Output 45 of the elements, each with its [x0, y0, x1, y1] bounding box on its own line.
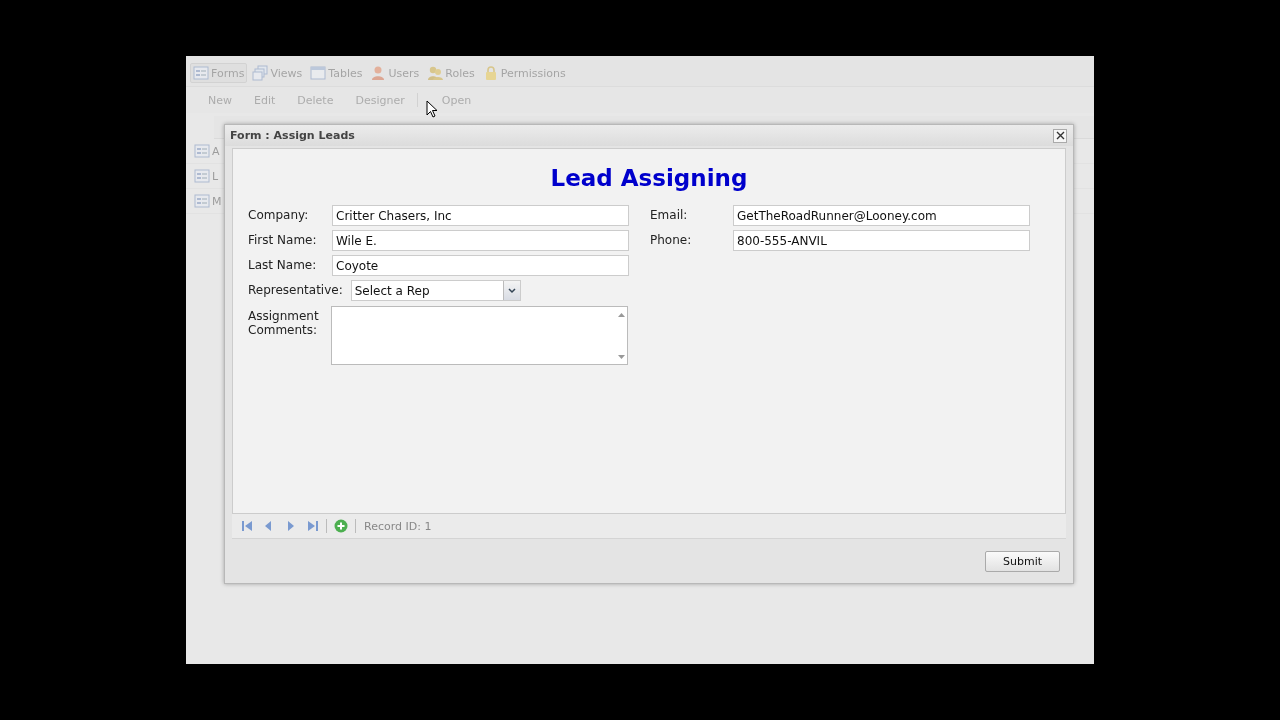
nav-tab[interactable]: Forms	[190, 63, 248, 83]
chevron-down-icon	[507, 287, 516, 294]
field-label: First Name:	[248, 232, 318, 247]
toolbar-button[interactable]: Delete	[287, 93, 344, 107]
nav-tab[interactable]: Tables	[307, 63, 366, 83]
text-field[interactable]: Coyote	[332, 255, 629, 276]
nav-tab[interactable]: Permissions	[479, 63, 569, 83]
field-label: Company:	[248, 207, 310, 222]
field-label: Last Name:	[248, 257, 318, 272]
toolbar-button[interactable]: Designer	[345, 93, 415, 107]
toolbar-button[interactable]: Edit	[244, 93, 286, 107]
last-page-icon	[307, 520, 319, 532]
text-field[interactable]: 800-555-ANVIL	[733, 230, 1030, 251]
close-icon	[1055, 131, 1065, 140]
mouse-pointer-icon	[426, 100, 438, 118]
dropdown[interactable]: Select a Rep	[350, 280, 521, 301]
form-icon	[194, 143, 210, 159]
field-label: Phone:	[650, 232, 693, 247]
nav-tab[interactable]: Views	[249, 63, 306, 83]
first-page-icon	[241, 520, 253, 532]
scroll-down-icon	[618, 355, 625, 360]
close-button[interactable]	[1053, 128, 1067, 143]
user-icon	[370, 65, 387, 81]
nav-tab[interactable]: Users	[367, 63, 423, 83]
form-icon	[193, 65, 209, 81]
form-icon	[194, 168, 210, 184]
record-id: Record ID: 1	[364, 519, 432, 533]
windows-icon	[252, 65, 269, 81]
text-field[interactable]: Critter Chasers, Inc	[332, 205, 629, 226]
field-label: Email:	[650, 207, 689, 222]
form-heading: Lead Assigning	[549, 165, 749, 191]
scroll-up-icon	[618, 312, 625, 317]
field-label: Assignment Comments:	[248, 308, 320, 337]
text-field[interactable]: Wile E.	[332, 230, 629, 251]
nav-tab[interactable]: Roles	[424, 63, 478, 83]
add-icon	[334, 519, 348, 533]
text-field[interactable]: GetTheRoadRunner@Looney.com	[733, 205, 1030, 226]
field-label: Representative:	[248, 282, 343, 297]
dialog-title: Form : Assign Leads	[230, 129, 355, 142]
submit-button[interactable]: Submit	[985, 550, 1060, 572]
form-icon	[194, 193, 210, 209]
users-icon	[427, 65, 444, 81]
table-icon	[310, 65, 327, 81]
comments-field[interactable]	[331, 306, 628, 365]
toolbar-button[interactable]: New	[198, 93, 242, 107]
